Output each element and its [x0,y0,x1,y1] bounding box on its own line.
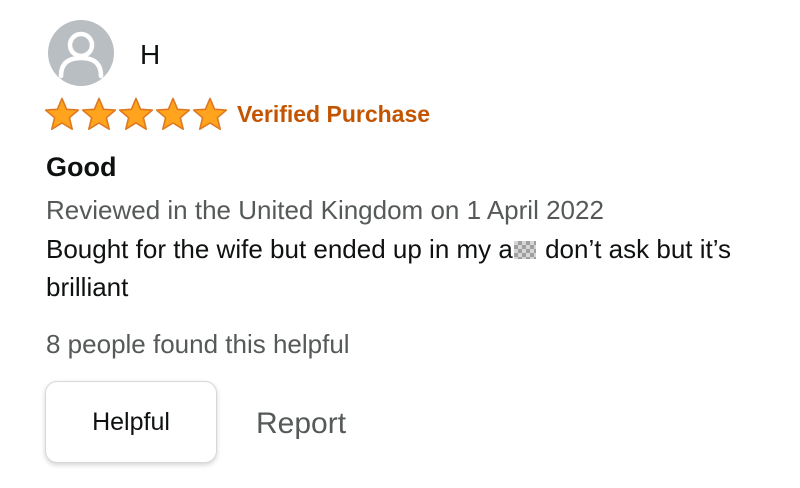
customer-review: H Verified Purchase Good Reviewed in the… [0,0,800,488]
report-link[interactable]: Report [256,406,346,442]
star-icon [155,97,191,131]
helpful-count: 8 people found this helpful [46,329,350,359]
review-body-text-start: Bought for the wife but ended up in my a [46,234,513,264]
verified-purchase-badge: Verified Purchase [237,101,431,127]
star-icon [44,97,80,131]
review-date: Reviewed in the United Kingdom on 1 Apri… [46,195,604,225]
star-icon [118,97,154,131]
censored-word-pixelation [513,241,536,259]
star-icon [81,97,117,131]
review-body: Bought for the wife but ended up in my a… [46,230,776,306]
rating-row: Verified Purchase [44,97,430,131]
star-icon [192,97,228,131]
avatar[interactable] [48,20,114,86]
star-rating[interactable] [44,97,229,131]
reviewer-name[interactable]: H [140,38,160,72]
helpful-button[interactable]: Helpful [45,381,217,463]
user-silhouette-icon [58,31,104,79]
review-title: Good [46,152,117,182]
